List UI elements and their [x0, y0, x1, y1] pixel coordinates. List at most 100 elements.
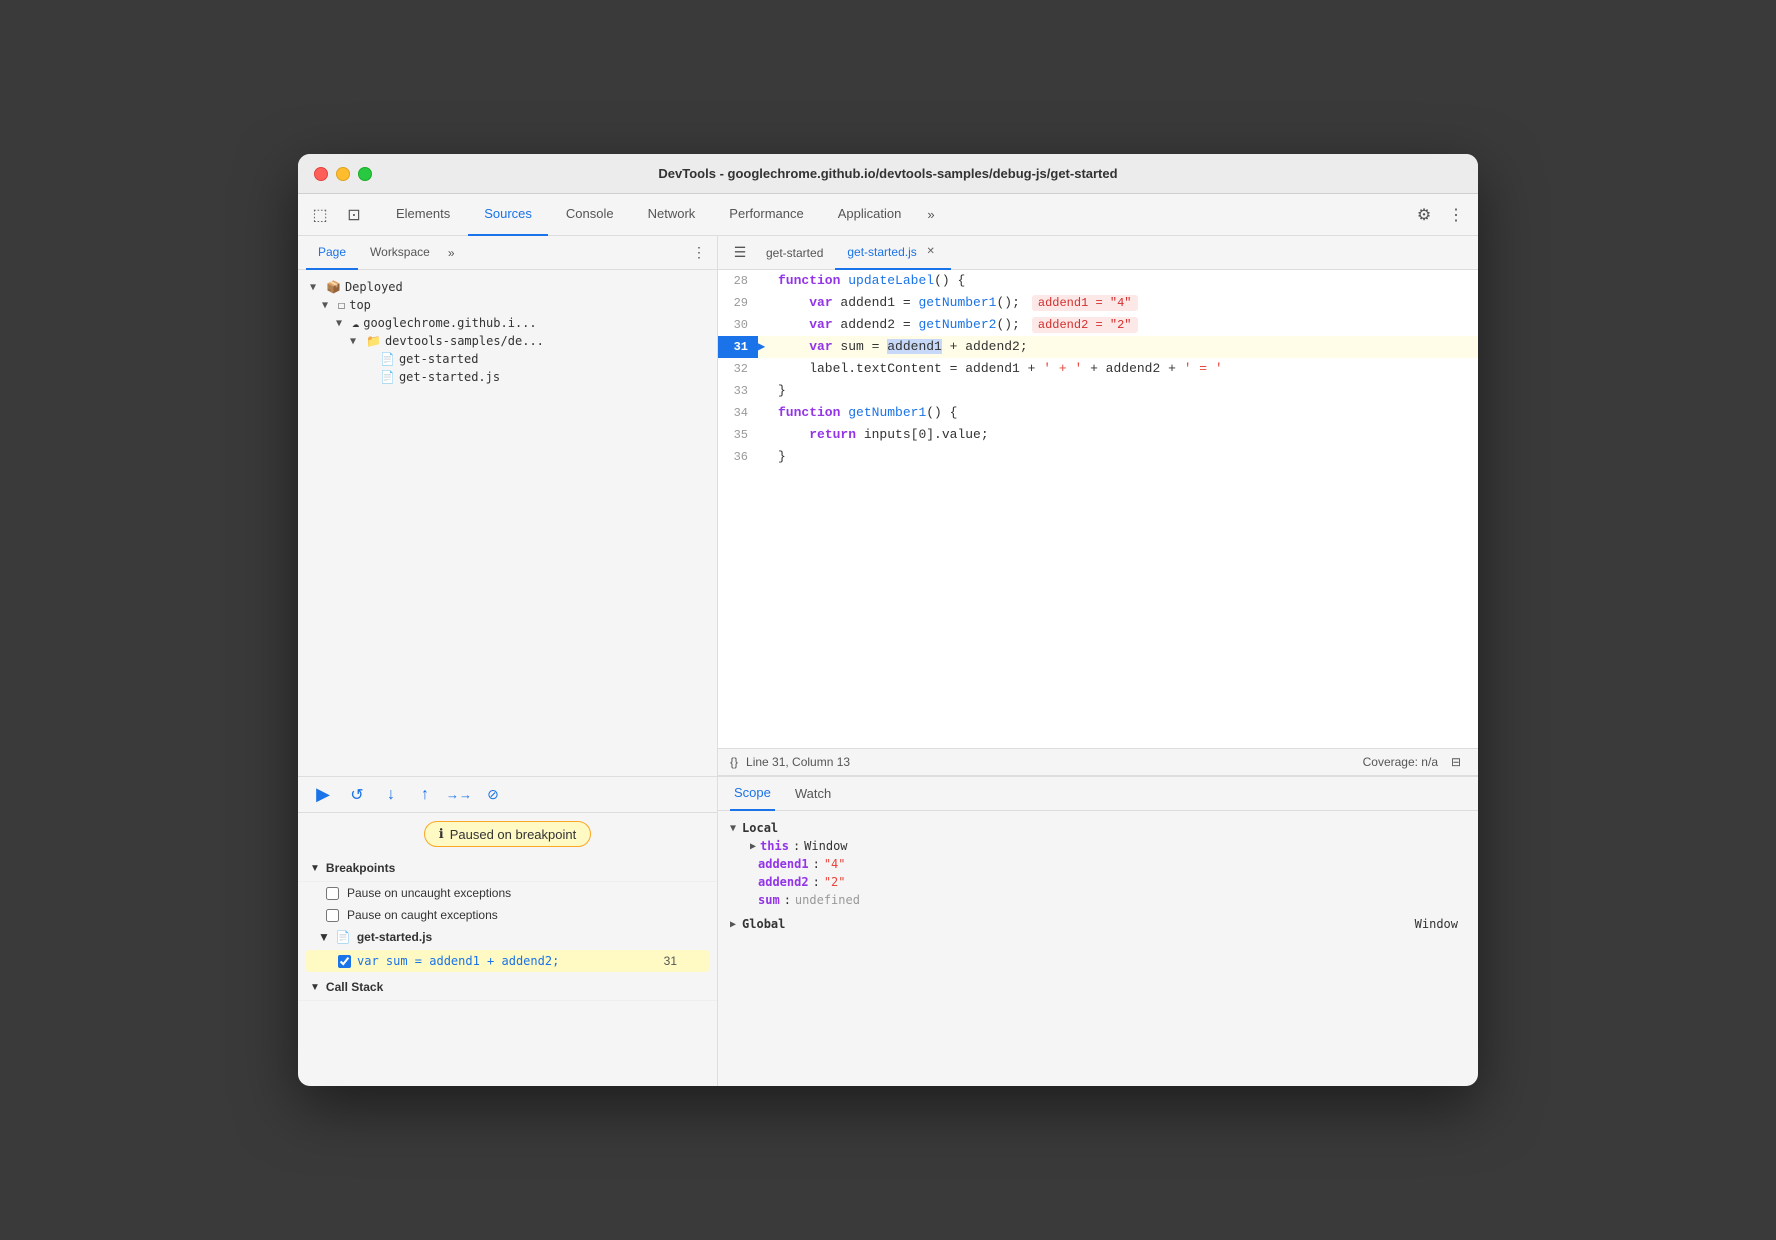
status-left: {} Line 31, Column 13: [730, 755, 850, 769]
tab-console[interactable]: Console: [550, 194, 630, 236]
sidebar-menu-button[interactable]: ⋮: [689, 243, 709, 263]
bp-file[interactable]: ▼ 📄 get-started.js: [298, 926, 717, 948]
traffic-lights: [314, 167, 372, 181]
step-over-button[interactable]: ↺: [344, 782, 370, 808]
code-editor: 28 function updateLabel() { 29 var adden…: [718, 270, 1478, 748]
step-button[interactable]: →→: [446, 782, 472, 808]
step-into-button[interactable]: ↓: [378, 782, 404, 808]
paused-message: Paused on breakpoint: [450, 827, 576, 842]
tree-item-get-started-js[interactable]: 📄 get-started.js: [298, 368, 717, 386]
frame-icon: ☐: [338, 298, 345, 312]
bp-arrow: ▼: [318, 930, 330, 944]
debug-toolbar: ▶ ↺ ↓ ↑ →→ ⊘: [298, 777, 717, 813]
info-icon: ℹ: [439, 826, 444, 842]
line-content-31: var sum = addend1 + addend2;: [774, 336, 1478, 358]
sidebar-more-button[interactable]: »: [442, 246, 461, 260]
scope-item-sum[interactable]: sum : undefined: [730, 891, 1466, 909]
editor-tab-get-started[interactable]: get-started: [754, 236, 835, 270]
deactivate-breakpoints-button[interactable]: ⊘: [480, 782, 506, 808]
tree-arrow: ▼: [310, 282, 322, 293]
device-toggle-icon[interactable]: ⊡: [340, 201, 368, 229]
scope-item-this[interactable]: ▶ this : Window: [730, 837, 1466, 855]
code-line-30: 30 var addend2 = getNumber2();addend2 = …: [718, 314, 1478, 336]
code-line-34: 34 function getNumber1() {: [718, 402, 1478, 424]
section-arrow: ▼: [310, 982, 320, 993]
editor-tab-get-started-js[interactable]: get-started.js ✕: [835, 236, 950, 270]
tree-item-top[interactable]: ▼ ☐ top: [298, 296, 717, 314]
top-toolbar: ⬚ ⊡ Elements Sources Console Network Per…: [298, 194, 1478, 236]
line-num-35: 35: [718, 424, 758, 446]
code-line-28: 28 function updateLabel() {: [718, 270, 1478, 292]
minimize-button[interactable]: [336, 167, 350, 181]
menu-icon[interactable]: ⋮: [1442, 201, 1470, 229]
line-num-34: 34: [718, 402, 758, 424]
tab-watch[interactable]: Watch: [791, 777, 835, 811]
scope-key-addend2: addend2: [758, 875, 809, 889]
scope-global-label: Global: [742, 917, 785, 931]
status-bar: {} Line 31, Column 13 Coverage: n/a ⊟: [718, 748, 1478, 776]
line-content-35: return inputs[0].value;: [774, 424, 1478, 446]
scope-global-header[interactable]: ▶ Global: [730, 915, 785, 933]
bp-enabled-checkbox[interactable]: [338, 955, 351, 968]
pause-caught-item: Pause on caught exceptions: [298, 904, 717, 926]
step-out-button[interactable]: ↑: [412, 782, 438, 808]
tab-page[interactable]: Page: [306, 236, 358, 270]
scope-key-addend1: addend1: [758, 857, 809, 871]
scope-item-addend2[interactable]: addend2 : "2": [730, 873, 1466, 891]
coverage-icon[interactable]: ⊟: [1446, 752, 1466, 772]
tree-item-folder[interactable]: ▼ 📁 devtools-samples/de...: [298, 332, 717, 350]
tree-arrow: ▼: [322, 300, 334, 311]
tree-item-origin[interactable]: ▼ ☁ googlechrome.github.i...: [298, 314, 717, 332]
settings-icon[interactable]: ⚙: [1410, 201, 1438, 229]
scope-local-header[interactable]: ▼ Local: [730, 819, 1466, 837]
tree-item-deployed[interactable]: ▼ 📦 Deployed: [298, 278, 717, 296]
maximize-button[interactable]: [358, 167, 372, 181]
tab-workspace[interactable]: Workspace: [358, 236, 442, 270]
call-stack-label: Call Stack: [326, 980, 383, 994]
scope-arrow: ▼: [730, 823, 736, 834]
scope-panel: Scope Watch ▼ Local ▶ this : Window: [718, 777, 1478, 1086]
tree-item-get-started[interactable]: 📄 get-started: [298, 350, 717, 368]
close-tab-button[interactable]: ✕: [923, 244, 939, 260]
tab-elements[interactable]: Elements: [380, 194, 466, 236]
coverage-label: Coverage: n/a: [1363, 755, 1438, 769]
tab-sources[interactable]: Sources: [468, 194, 548, 236]
close-button[interactable]: [314, 167, 328, 181]
call-stack-header[interactable]: ▼ Call Stack: [298, 974, 717, 1001]
line-num-28: 28: [718, 270, 758, 292]
scope-global-row[interactable]: ▶ Global Window: [730, 913, 1466, 935]
cube-icon: 📦: [326, 280, 341, 294]
line-num-31: 31: [718, 336, 758, 358]
code-line-32: 32 label.textContent = addend1 + ' + ' +…: [718, 358, 1478, 380]
bp-file-icon: 📄: [336, 930, 351, 944]
scope-content: ▼ Local ▶ this : Window addend1 : "4: [718, 811, 1478, 1086]
tab-scope[interactable]: Scope: [730, 777, 775, 811]
title-bar: DevTools - googlechrome.github.io/devtoo…: [298, 154, 1478, 194]
file-nav-toggle[interactable]: ☰: [726, 239, 754, 267]
nav-tabs: Elements Sources Console Network Perform…: [380, 194, 943, 236]
more-tabs-button[interactable]: »: [919, 194, 942, 236]
scope-local-label: Local: [742, 821, 778, 835]
scope-item-addend1[interactable]: addend1 : "4": [730, 855, 1466, 873]
inspect-element-icon[interactable]: ⬚: [306, 201, 334, 229]
tab-network[interactable]: Network: [632, 194, 712, 236]
editor-tabs: ☰ get-started get-started.js ✕: [718, 236, 1478, 270]
tab-performance[interactable]: Performance: [713, 194, 819, 236]
tree-arrow: ▼: [336, 318, 348, 329]
sidebar-tabs: Page Workspace » ⋮: [298, 236, 717, 270]
section-arrow: ▼: [310, 863, 320, 874]
breakpoints-label: Breakpoints: [326, 861, 395, 875]
line-content-30: var addend2 = getNumber2();addend2 = "2": [774, 314, 1478, 336]
pause-caught-checkbox[interactable]: [326, 909, 339, 922]
line-num-33: 33: [718, 380, 758, 402]
scope-global-group: ▶ Global Window: [730, 913, 1466, 935]
folder-icon: 📁: [366, 334, 381, 348]
breakpoints-header[interactable]: ▼ Breakpoints: [298, 855, 717, 882]
line-content-32: label.textContent = addend1 + ' + ' + ad…: [774, 358, 1478, 380]
pause-uncaught-checkbox[interactable]: [326, 887, 339, 900]
scope-key-sum: sum: [758, 893, 780, 907]
resume-button[interactable]: ▶: [310, 782, 336, 808]
bp-filename: get-started.js: [357, 930, 432, 944]
tab-application[interactable]: Application: [822, 194, 918, 236]
bp-line[interactable]: var sum = addend1 + addend2; 31: [306, 950, 709, 972]
